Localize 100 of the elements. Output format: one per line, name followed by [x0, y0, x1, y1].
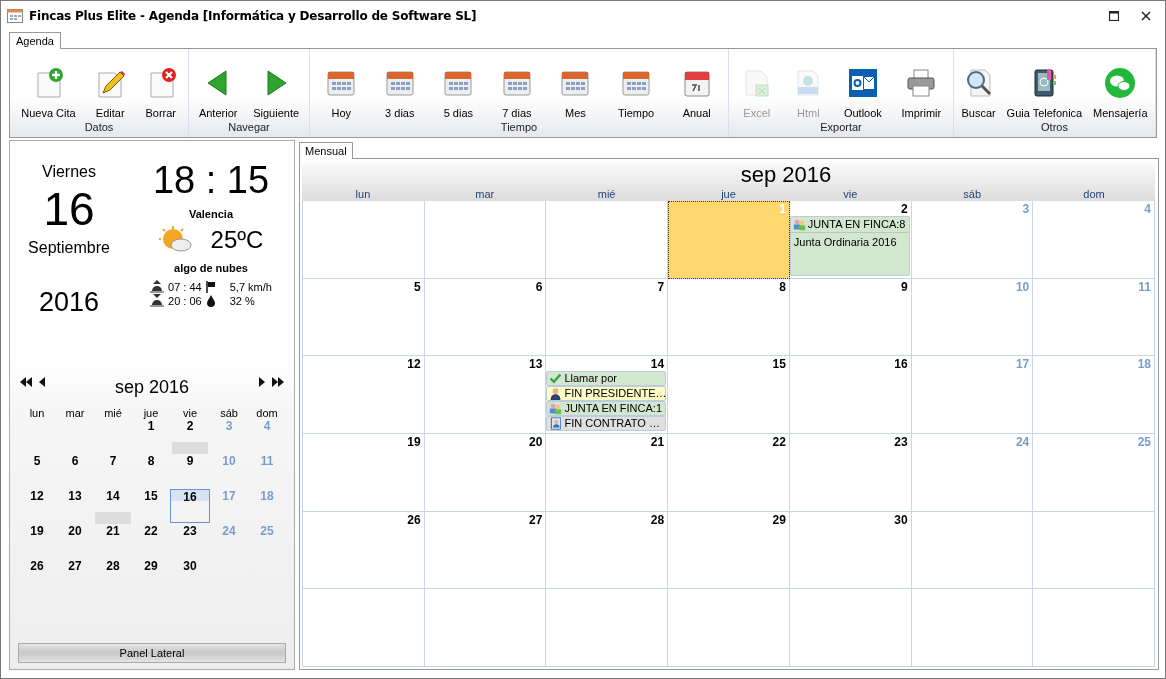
toolbar-button[interactable]: Nueva Cita	[19, 67, 78, 119]
calendar-day[interactable]: 21	[94, 524, 132, 538]
day-cell[interactable]	[546, 589, 669, 667]
weekday-label: mar	[64, 407, 86, 419]
humidity: 32 %	[229, 294, 256, 307]
day-cell[interactable]: 16	[789, 356, 912, 434]
day-cell[interactable]	[1033, 511, 1155, 590]
weekday-label: lun	[354, 187, 372, 201]
calendar-day[interactable]: 7	[94, 454, 132, 468]
day-number: 2	[899, 201, 909, 216]
calendar-day[interactable]: 13	[56, 489, 94, 503]
day-cell[interactable]: 14 Llamar por FIN PRESIDENTE… JUNTA EN FINCA:1 FIN CONTRATO …	[546, 356, 669, 434]
panel-toggle-button[interactable]: Panel Lateral	[18, 643, 286, 663]
calendar-day[interactable]: 2	[171, 419, 209, 433]
calendar-day[interactable]: 20	[56, 524, 94, 538]
day-cell[interactable]: 6	[424, 278, 547, 357]
day-number: 5	[413, 278, 422, 294]
toolbar-button[interactable]: Mes	[557, 67, 594, 119]
calendar-day[interactable]: 22	[132, 524, 170, 538]
day-cell[interactable]: 30	[789, 511, 912, 590]
event-item[interactable]: Llamar por	[546, 371, 667, 387]
chat-bubbles-icon	[1104, 67, 1137, 99]
calendar-day[interactable]: 15	[132, 489, 170, 503]
toolbar-button[interactable]: Outlook	[841, 67, 884, 119]
day-cell[interactable]: 9	[789, 278, 912, 357]
calendar-day[interactable]: 9	[171, 454, 209, 468]
calendar-day[interactable]: 12	[18, 489, 56, 503]
day-cell[interactable]	[303, 201, 425, 279]
toolbar-button[interactable]: 7 dias	[498, 67, 535, 119]
day-cell[interactable]	[911, 511, 1034, 590]
sunrise-time: 07 : 44	[168, 280, 202, 293]
drop-icon	[205, 294, 216, 307]
day-cell[interactable]	[303, 589, 425, 667]
day-number: 19	[406, 434, 422, 449]
day-cell[interactable]: 19	[303, 434, 425, 512]
calendar-day[interactable]: 29	[132, 559, 170, 573]
day-cell[interactable]	[789, 589, 912, 667]
month-title: sep 2016	[740, 163, 832, 187]
day-cell[interactable]	[911, 589, 1034, 667]
toolbar-button[interactable]: Imprimir	[899, 67, 944, 119]
day-cell[interactable]: 26	[303, 511, 425, 590]
event-item[interactable]: FIN PRESIDENTE…	[546, 386, 667, 402]
calendar-day[interactable]: 19	[18, 524, 56, 538]
ribbon-tab[interactable]: Agenda	[9, 32, 61, 49]
day-cell[interactable]	[424, 201, 547, 279]
day-number: 22	[771, 434, 787, 449]
day-cell[interactable]: 5	[303, 278, 425, 357]
toolbar-button[interactable]: Hoy	[323, 67, 360, 119]
calendar-day[interactable]: 5	[18, 454, 56, 468]
toolbar-button[interactable]: Buscar	[959, 67, 998, 119]
weekday-label: lun	[28, 407, 46, 419]
toolbar-button[interactable]: Borrar	[142, 67, 179, 119]
day-cell[interactable]: 22	[668, 434, 790, 512]
calendar-day[interactable]: 16	[170, 489, 210, 523]
toolbar-button[interactable]: Anual	[678, 67, 715, 119]
day-cell[interactable]: 12	[303, 356, 425, 434]
event-item[interactable]: FIN CONTRATO …	[546, 416, 667, 432]
weekday-label: dom	[255, 407, 279, 419]
day-cell[interactable]	[1033, 589, 1155, 667]
day-cell[interactable]: 27	[424, 511, 547, 590]
calendar-day[interactable]: 30	[171, 559, 209, 573]
day-cell[interactable]: 29	[668, 511, 790, 590]
event-title: JUNTA EN FINCA:1	[564, 402, 662, 416]
day-number: 8	[778, 278, 787, 294]
day-cell[interactable]: 15	[668, 356, 790, 434]
calendar-day[interactable]: 1	[132, 419, 170, 433]
calendar-day[interactable]: 8	[132, 454, 170, 468]
toolbar-button[interactable]: Tiempo	[615, 67, 657, 119]
toolbar-button[interactable]: 5 dias	[440, 67, 477, 119]
day-number: 30	[893, 511, 909, 527]
calendar-day[interactable]: 6	[56, 454, 94, 468]
calendar-day[interactable]: 14	[94, 489, 132, 503]
previous-year-button[interactable]	[18, 374, 34, 390]
event-item[interactable]: JUNTA EN FINCA:1	[546, 401, 667, 417]
toolbar-button[interactable]: Siguiente	[251, 67, 302, 119]
day-number: 12	[406, 356, 422, 372]
toolbar-button[interactable]: 3 dias	[381, 67, 418, 119]
day-cell[interactable]: 28	[546, 511, 669, 590]
day-cell[interactable]: 8	[668, 278, 790, 357]
calendar-title: sep 2016	[113, 375, 191, 398]
view-tab[interactable]: Mensual	[299, 142, 353, 159]
next-year-button[interactable]	[270, 374, 286, 390]
calendar-day[interactable]: 23	[171, 524, 209, 538]
toolbar-button[interactable]: Editar	[92, 67, 129, 119]
day-cell[interactable]	[424, 589, 547, 667]
contact-card-icon	[549, 417, 563, 431]
toolbar-button[interactable]: Mensajería	[1091, 67, 1150, 119]
toolbar-button[interactable]: Anterior	[196, 67, 240, 119]
calendar-day[interactable]: 27	[56, 559, 94, 573]
event-item[interactable]: JUNTA EN FINCA:8 Junta Ordinaria 2016	[789, 216, 910, 276]
calendar-day[interactable]: 26	[18, 559, 56, 573]
calendar-day[interactable]: 28	[94, 559, 132, 573]
day-cell[interactable]	[668, 589, 790, 667]
day-cell[interactable]: 23	[789, 434, 912, 512]
day-cell[interactable]: 21	[546, 434, 669, 512]
day-cell[interactable]: 20	[424, 434, 547, 512]
weekday-label: sáb	[962, 187, 983, 201]
toolbar-button[interactable]: Guia Telefonica	[1004, 67, 1085, 119]
day-cell[interactable]: 2 JUNTA EN FINCA:8 Junta Ordinaria 2016	[789, 201, 912, 279]
day-cell[interactable]: 7	[546, 278, 669, 357]
